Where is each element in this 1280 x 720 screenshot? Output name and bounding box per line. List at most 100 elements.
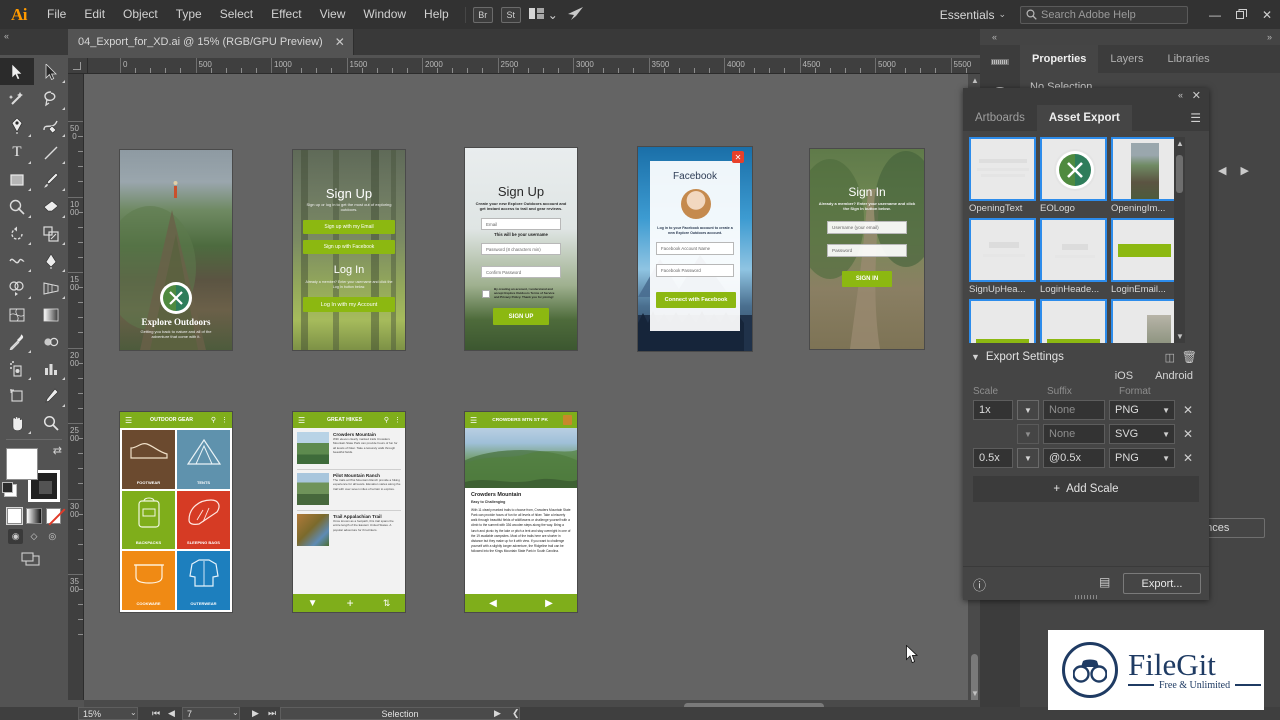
gradient-tool[interactable]	[34, 301, 68, 328]
asset-item[interactable]: LoginHeade...	[1040, 218, 1107, 295]
menu-effect[interactable]: Effect	[262, 0, 310, 29]
menu-select[interactable]: Select	[211, 0, 262, 29]
gear-tile-sleeping-bags[interactable]: SLEEPING BAGS	[177, 490, 230, 550]
sort-icon[interactable]: ⇅	[383, 598, 391, 609]
asset-scroll-up-icon[interactable]: ▲	[1176, 139, 1184, 148]
disclosure-triangle-icon[interactable]: ▼	[971, 352, 980, 362]
next-icon[interactable]: ▶	[545, 598, 553, 609]
next-artboard-icon[interactable]: ▶	[1240, 164, 1248, 177]
line-segment-tool[interactable]	[34, 139, 68, 166]
menu-view[interactable]: View	[311, 0, 355, 29]
rectangle-tool[interactable]	[0, 166, 34, 193]
last-artboard-icon[interactable]: ⏭	[268, 708, 276, 719]
asset-item[interactable]	[969, 299, 1036, 343]
platform-android[interactable]: Android	[1155, 370, 1193, 382]
artboard-opening-screen[interactable]: Explore Outdoors Getting you back to nat…	[120, 150, 232, 350]
asset-thumbnail-scrollbar[interactable]: ▲ ▼	[1174, 137, 1185, 343]
signup-password-field[interactable]: Password (8 characters min)	[481, 243, 561, 255]
search-icon[interactable]: ⚲	[384, 416, 389, 424]
artboard-signin-screen[interactable]: Sign In Already a member? Enter your use…	[810, 149, 924, 349]
dock-collapse-bar[interactable]: « »	[980, 29, 1280, 45]
asset-item[interactable]: EOLogo	[1040, 137, 1107, 214]
change-screen-mode-icon[interactable]	[20, 552, 68, 569]
draw-behind-button[interactable]: ◇	[26, 529, 41, 544]
delete-icon[interactable]: 🗑	[1182, 350, 1197, 364]
width-tool[interactable]	[0, 247, 34, 274]
bridge-button[interactable]: Br	[472, 6, 493, 23]
filter-icon[interactable]: ▼	[308, 598, 318, 609]
scale-tool[interactable]	[34, 220, 68, 247]
tab-properties[interactable]: Properties	[1020, 45, 1099, 73]
remove-scale-row-icon[interactable]: ✕	[1179, 451, 1197, 465]
stock-button[interactable]: St	[500, 6, 521, 23]
zoom-level-input[interactable]: 15%	[78, 707, 138, 720]
restore-button[interactable]	[1228, 0, 1254, 29]
previous-icon[interactable]: ◀	[489, 598, 497, 609]
suffix-input[interactable]: @0.5x	[1043, 448, 1105, 468]
generate-assets-icon[interactable]: ◫	[1165, 351, 1175, 364]
menu-type[interactable]: Type	[167, 0, 211, 29]
asset-item[interactable]: LoginEmail...	[1111, 218, 1178, 295]
overflow-menu-icon[interactable]: ⋮	[394, 416, 401, 424]
panel-resize-grip[interactable]	[1075, 595, 1097, 599]
list-item[interactable]: Trail Appalachian Trail Once known as a …	[297, 514, 401, 546]
swap-fill-stroke-icon[interactable]: ⇄	[53, 444, 62, 457]
scale-input[interactable]: 0.5x	[973, 448, 1013, 468]
tab-libraries[interactable]: Libraries	[1155, 45, 1221, 73]
list-item[interactable]: Pilot Mountain Ranch The trails at Pilot…	[297, 473, 401, 505]
blend-tool[interactable]	[34, 328, 68, 355]
hamburger-icon[interactable]: ☰	[470, 416, 477, 425]
menu-edit[interactable]: Edit	[75, 0, 114, 29]
artboard-crowders-detail-screen[interactable]: ☰ CROWDERS MTN ST PK Crowders Mountain E…	[465, 412, 577, 612]
signup-email-field[interactable]: Email	[481, 218, 561, 230]
color-swatch-button[interactable]	[5, 507, 24, 525]
signup-facebook-button[interactable]: Sign up with Facebook	[303, 240, 395, 254]
first-artboard-icon[interactable]: ⏮	[152, 708, 160, 719]
scroll-down-icon[interactable]: ▼	[971, 689, 979, 698]
scale-dropdown-icon[interactable]: ▼	[1017, 448, 1039, 468]
gear-tile-footwear[interactable]: FOOTWEAR	[122, 430, 175, 489]
next-artboard-icon[interactable]: ▶	[252, 708, 259, 719]
hamburger-icon[interactable]: ☰	[125, 416, 132, 425]
scale-input[interactable]	[973, 424, 1013, 444]
document-tab[interactable]: 04_Export_for_XD.ai @ 15% (RGB/GPU Previ…	[68, 29, 354, 55]
chevron-down-icon[interactable]: ⌄	[548, 8, 558, 22]
arrange-documents-icon[interactable]	[528, 7, 544, 22]
workspace-switcher[interactable]: Essentials	[940, 8, 995, 22]
search-adobe-help-input[interactable]: Search Adobe Help	[1020, 5, 1188, 24]
selection-tool[interactable]	[0, 58, 34, 85]
asset-item[interactable]: OpeningText	[969, 137, 1036, 214]
menu-help[interactable]: Help	[415, 0, 458, 29]
asset-item[interactable]: OpeningIm...	[1111, 137, 1178, 214]
tab-asset-export[interactable]: Asset Export	[1036, 105, 1132, 131]
asset-scroll-down-icon[interactable]: ▼	[1176, 332, 1184, 341]
artboard-tool[interactable]	[0, 382, 34, 409]
column-graph-tool[interactable]	[34, 355, 68, 382]
export-settings-header[interactable]: ▼ Export Settings ◫ 🗑	[971, 347, 1201, 367]
format-select[interactable]: PNG ▼	[1109, 400, 1175, 420]
park-badge-icon[interactable]	[563, 415, 572, 425]
suffix-input[interactable]: None	[1043, 424, 1105, 444]
gear-tile-outerwear[interactable]: OUTERWEAR	[177, 551, 230, 610]
direct-selection-tool[interactable]	[34, 58, 68, 85]
facebook-close-badge[interactable]: ✕	[732, 151, 744, 163]
scale-input[interactable]: 1x	[973, 400, 1013, 420]
tab-layers[interactable]: Layers	[1098, 45, 1155, 73]
shape-builder-tool[interactable]	[0, 274, 34, 301]
gear-tile-cookware[interactable]: COOKWARE	[122, 551, 175, 610]
format-select[interactable]: SVG ▼	[1109, 424, 1175, 444]
signin-username-field[interactable]: Username (your email)	[827, 221, 907, 234]
facebook-account-field[interactable]: Facebook Account Name	[656, 242, 734, 255]
platform-ios[interactable]: iOS	[1115, 370, 1133, 382]
artboard-chevron-down-icon[interactable]: ⌄	[232, 708, 239, 717]
previous-artboard-icon[interactable]: ◀	[168, 708, 175, 719]
minimize-button[interactable]: —	[1202, 0, 1228, 29]
none-swatch-button[interactable]	[45, 508, 61, 524]
default-fill-stroke-icon[interactable]	[2, 482, 17, 497]
status-indicator[interactable]: Selection	[280, 707, 520, 720]
slice-tool[interactable]	[34, 382, 68, 409]
asset-thumb-signup-heading[interactable]	[969, 218, 1036, 282]
horizontal-ruler[interactable]: 0 500 1000 1500 2000 2500 3000 3500 4000 4500 5000…	[88, 58, 980, 74]
asset-item[interactable]	[1040, 299, 1107, 343]
asset-thumb-email-button[interactable]	[1040, 299, 1107, 343]
